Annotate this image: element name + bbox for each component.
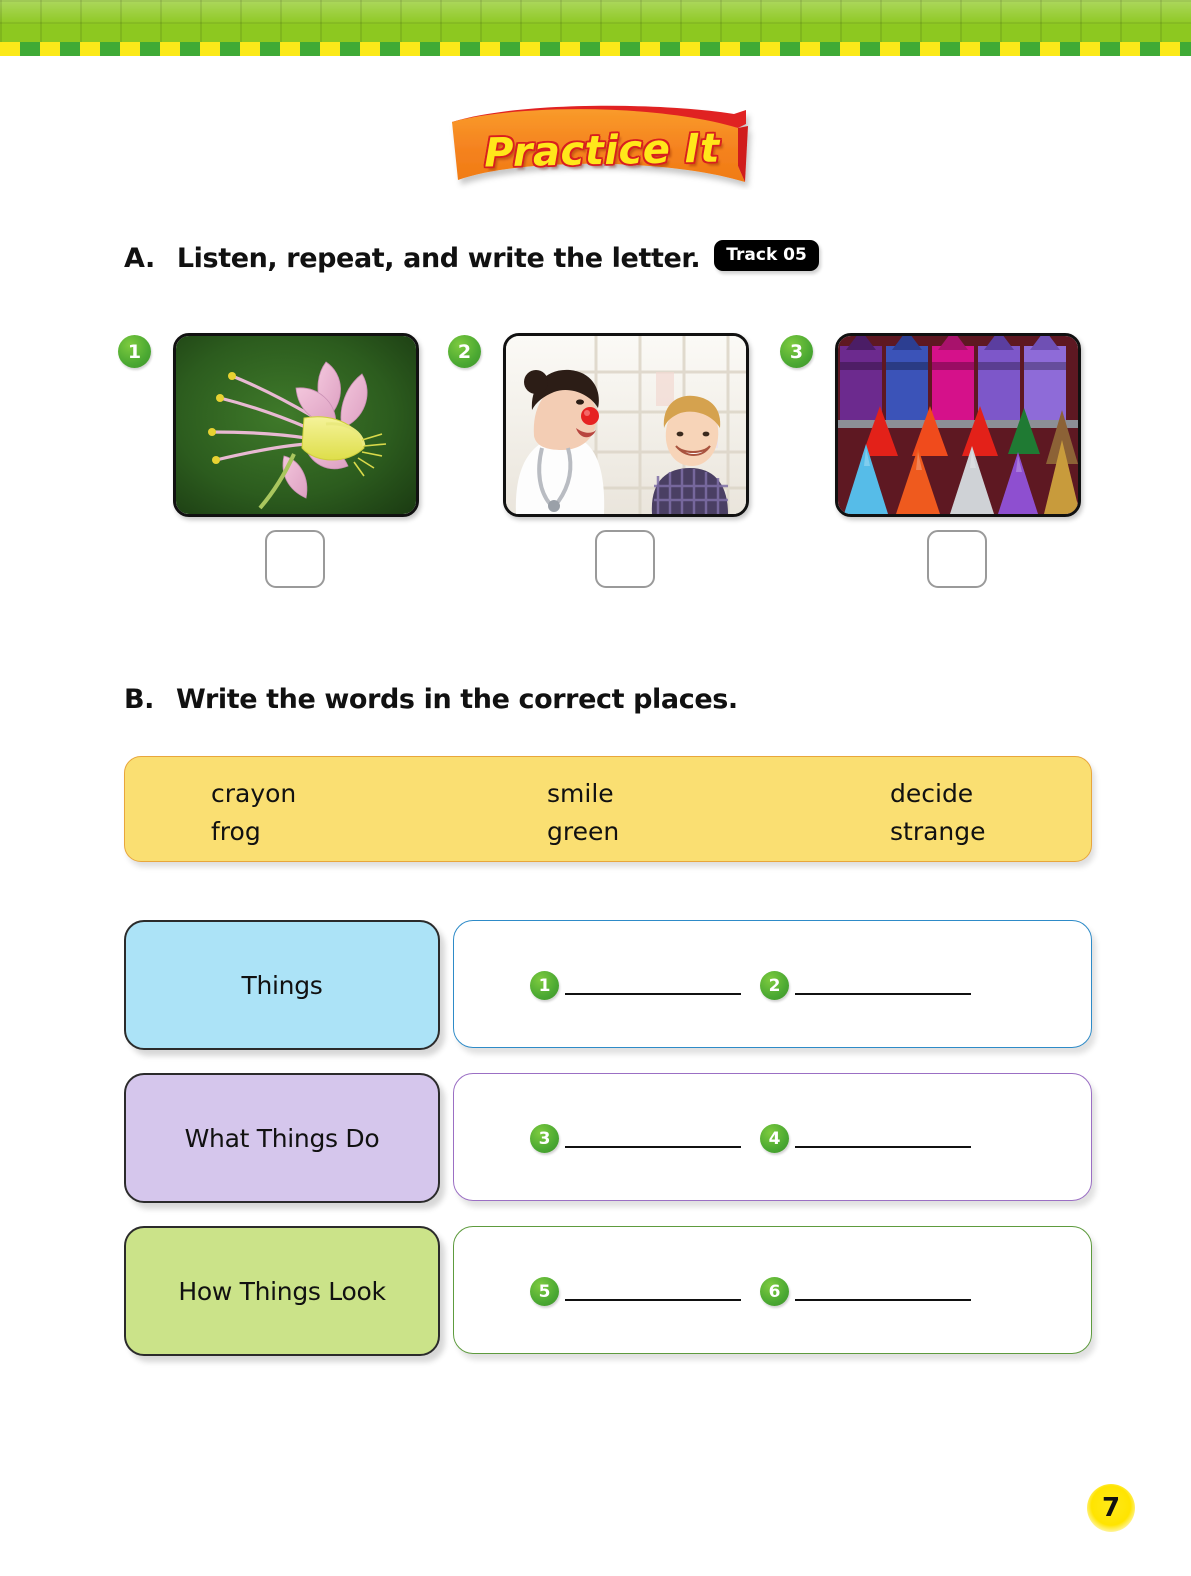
- flower-photo: [173, 333, 419, 517]
- item-number-badge-3: 3: [780, 335, 813, 368]
- crayons-photo: [835, 333, 1081, 517]
- answer-slot-1[interactable]: 1: [530, 971, 741, 1000]
- word-bank: crayon frog smile green decide strange: [124, 756, 1092, 862]
- word-bank-column-1: crayon frog: [211, 775, 296, 851]
- answer-number-badge-5: 5: [530, 1277, 559, 1306]
- track-badge[interactable]: Track 05: [714, 240, 819, 271]
- answer-number-badge-1: 1: [530, 971, 559, 1000]
- word-bank-column-2: smile green: [547, 775, 619, 851]
- answer-area-how-things-look: 5 6: [453, 1226, 1092, 1354]
- answer-number-badge-4: 4: [760, 1124, 789, 1153]
- answer-write-line-5[interactable]: [565, 1299, 741, 1301]
- page-number: 7: [1087, 1484, 1135, 1532]
- answer-slot-4[interactable]: 4: [760, 1124, 971, 1153]
- section-a-instruction: Listen, repeat, and write the letter.: [176, 243, 701, 274]
- answer-letter-box-1[interactable]: [265, 530, 325, 588]
- item-number-badge-2: 2: [448, 335, 481, 368]
- answer-write-line-3[interactable]: [565, 1146, 741, 1148]
- answer-number-badge-2: 2: [760, 971, 789, 1000]
- practice-it-banner: Practice It: [446, 104, 758, 190]
- flower-photo-art: [176, 336, 416, 514]
- section-b-heading: B. Write the words in the correct places…: [124, 684, 738, 715]
- answer-write-line-6[interactable]: [795, 1299, 971, 1301]
- section-a-heading: A. Listen, repeat, and write the letter.…: [124, 240, 819, 274]
- section-b-instruction: Write the words in the correct places.: [176, 684, 738, 715]
- section-b-letter: B.: [124, 684, 155, 715]
- word-bank-word[interactable]: decide: [890, 775, 986, 813]
- answer-number-badge-3: 3: [530, 1124, 559, 1153]
- answer-write-line-1[interactable]: [565, 993, 741, 995]
- picture-exercise-row: 1 2 3: [0, 325, 1191, 588]
- item-number-badge-1: 1: [118, 335, 151, 368]
- word-bank-word[interactable]: crayon: [211, 775, 296, 813]
- nurse-child-photo-art: [506, 336, 746, 514]
- category-label-how-things-look: How Things Look: [124, 1226, 440, 1356]
- section-a-letter: A.: [124, 243, 155, 274]
- word-bank-column-3: decide strange: [890, 775, 986, 851]
- answer-letter-box-3[interactable]: [927, 530, 987, 588]
- answer-area-things: 1 2: [453, 920, 1092, 1048]
- category-label-things: Things: [124, 920, 440, 1050]
- word-bank-word[interactable]: strange: [890, 813, 986, 851]
- crayons-photo-art: [838, 336, 1078, 514]
- ribbon-shape-icon: [452, 105, 748, 182]
- answer-slot-2[interactable]: 2: [760, 971, 971, 1000]
- header-plaid-band: [0, 0, 1191, 42]
- answer-slot-5[interactable]: 5: [530, 1277, 741, 1306]
- word-bank-word[interactable]: frog: [211, 813, 296, 851]
- answer-letter-box-2[interactable]: [595, 530, 655, 588]
- answer-slot-3[interactable]: 3: [530, 1124, 741, 1153]
- answer-area-what-things-do: 3 4: [453, 1073, 1092, 1201]
- word-bank-word[interactable]: smile: [547, 775, 619, 813]
- nurse-child-photo: [503, 333, 749, 517]
- category-label-what-things-do: What Things Do: [124, 1073, 440, 1203]
- answer-write-line-4[interactable]: [795, 1146, 971, 1148]
- answer-number-badge-6: 6: [760, 1277, 789, 1306]
- header-checker-strip: [0, 42, 1191, 56]
- answer-write-line-2[interactable]: [795, 993, 971, 995]
- answer-slot-6[interactable]: 6: [760, 1277, 971, 1306]
- word-bank-word[interactable]: green: [547, 813, 619, 851]
